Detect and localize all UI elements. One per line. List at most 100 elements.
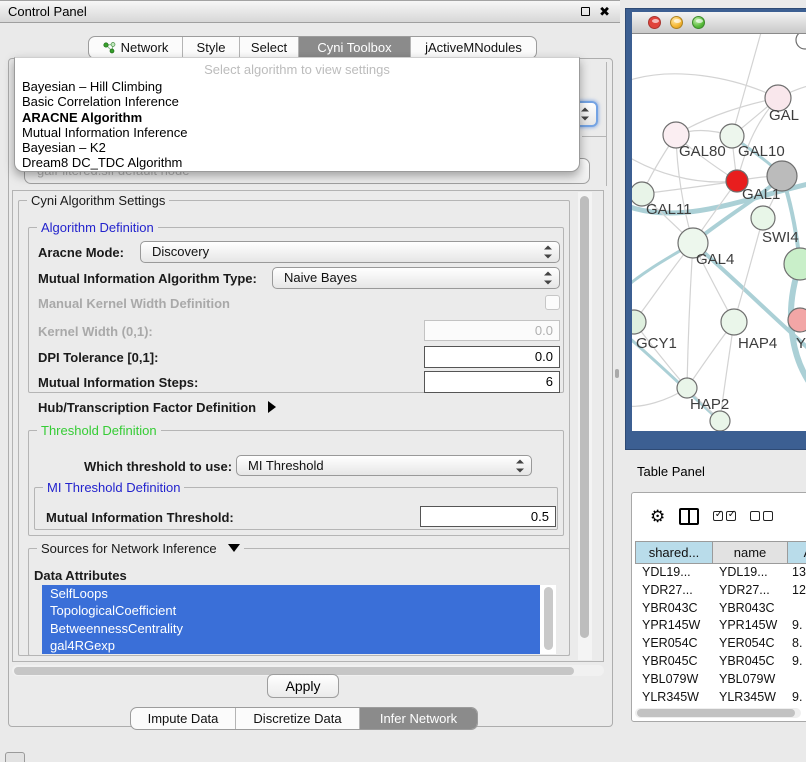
algorithm-dropdown-item[interactable]: Basic Correlation Inference	[18, 94, 576, 109]
algorithm-definition-title: Algorithm Definition	[37, 220, 158, 235]
sources-group-title[interactable]: Sources for Network Inference	[37, 541, 244, 556]
mi-threshold-field[interactable]: 0.5	[420, 506, 556, 527]
mi-algorithm-type-combo[interactable]: Naive Bayes	[272, 267, 560, 289]
mi-steps-value: 6	[546, 374, 553, 389]
tab-cyni-toolbox[interactable]: Cyni Toolbox	[298, 37, 410, 58]
table-row[interactable]: YIL052CYIL052C9	[635, 706, 806, 707]
table-row[interactable]: YBR043CYBR043C	[635, 600, 806, 618]
data-attribute-item[interactable]: SelfLoops	[42, 585, 540, 602]
column-layout-icon[interactable]	[679, 508, 699, 525]
table-header-row: shared... name A	[635, 541, 806, 564]
cyni-algorithm-settings-title: Cyni Algorithm Settings	[27, 193, 169, 208]
data-attribute-item[interactable]: TopologicalCoefficient	[42, 602, 540, 619]
tab-infer-network-label: Infer Network	[380, 711, 457, 726]
algorithm-dropdown-item[interactable]: Mutual Information Inference	[18, 125, 576, 140]
combo-stepper-icon	[581, 108, 589, 121]
table-row[interactable]: YDL19...YDL19...13	[635, 564, 806, 582]
table-cell: YER054C	[713, 635, 789, 653]
dpi-tolerance-value: 0.0	[535, 349, 553, 364]
table-row[interactable]: YLR345WYLR345W9.	[635, 689, 806, 707]
which-threshold-label: Which threshold to use:	[84, 459, 232, 474]
network-view-window[interactable]: GALGAL80GAL10GAL1GAL11SWI4GAL4GCY1HAP4YH…	[625, 8, 806, 450]
dpi-tolerance-field[interactable]: 0.0	[424, 346, 560, 368]
hub-definition-toggle[interactable]: Hub/Transcription Factor Definition	[38, 400, 276, 415]
float-panel-icon[interactable]	[581, 7, 590, 16]
table-row[interactable]: YBR045CYBR045C9.	[635, 653, 806, 671]
collapsed-arrow-icon	[268, 401, 276, 413]
network-node[interactable]	[632, 310, 646, 334]
data-attributes-list[interactable]: SelfLoopsTopologicalCoefficientBetweenne…	[42, 585, 556, 654]
table-cell: 9.	[789, 653, 806, 671]
network-canvas[interactable]: GALGAL80GAL10GAL1GAL11SWI4GAL4GCY1HAP4YH…	[632, 34, 806, 431]
column-header-shared[interactable]: shared...	[635, 542, 713, 563]
aracne-mode-combo[interactable]: Discovery	[140, 241, 560, 263]
network-node[interactable]	[751, 206, 775, 230]
tab-cyni-toolbox-label: Cyni Toolbox	[317, 40, 391, 55]
network-node-label: GAL80	[679, 143, 726, 160]
tab-discretize-data[interactable]: Discretize Data	[235, 708, 359, 729]
algorithm-dropdown-item[interactable]: ARACNE Algorithm	[18, 110, 576, 125]
table-row[interactable]: YDR27...YDR27...12	[635, 582, 806, 600]
deselect-all-columns-icon[interactable]	[750, 511, 773, 521]
column-header-name[interactable]: name	[712, 542, 788, 563]
network-node[interactable]	[677, 378, 697, 398]
table-row[interactable]: YER054CYER054C8.	[635, 635, 806, 653]
which-threshold-value: MI Threshold	[248, 458, 324, 473]
table-cell: YBR045C	[713, 653, 789, 671]
panel-divider-handle[interactable]	[615, 369, 619, 378]
close-panel-icon[interactable]: ✖	[599, 7, 610, 16]
gear-icon[interactable]: ⚙	[650, 508, 665, 525]
network-node-label: GAL	[769, 107, 799, 124]
data-attribute-item[interactable]: BetweennessCentrality	[42, 620, 540, 637]
algorithm-dropdown-popup: Select algorithm to view settings Bayesi…	[14, 57, 580, 172]
tab-jactivemnodules[interactable]: jActiveMNodules	[410, 37, 536, 58]
table-cell: YDR27...	[635, 582, 713, 600]
minimize-window-icon[interactable]	[670, 16, 683, 29]
table-cell: YDL19...	[635, 564, 713, 582]
network-node[interactable]	[710, 411, 730, 431]
tab-impute-data[interactable]: Impute Data	[131, 708, 235, 729]
network-node-label: Y	[796, 335, 806, 352]
column-header-partial[interactable]: A	[787, 542, 806, 563]
data-attribute-item[interactable]: gal4RGexp	[42, 637, 540, 654]
kernel-width-field[interactable]: 0.0	[424, 320, 560, 341]
table-cell	[789, 671, 806, 689]
network-node[interactable]	[784, 248, 806, 280]
table-body[interactable]: YDL19...YDL19...13YDR27...YDR27...12YBR0…	[635, 564, 806, 707]
minimized-panel-button[interactable]	[5, 752, 25, 762]
mi-threshold-label: Mutual Information Threshold:	[46, 510, 234, 525]
zoom-window-icon[interactable]	[692, 16, 705, 29]
combo-stepper-icon	[516, 459, 524, 472]
table-row[interactable]: YBL079WYBL079W	[635, 671, 806, 689]
network-node[interactable]	[721, 309, 747, 335]
tab-infer-network[interactable]: Infer Network	[359, 708, 477, 729]
table-cell: YPR145W	[635, 617, 713, 635]
network-node[interactable]	[796, 34, 806, 49]
tab-network[interactable]: Network	[89, 37, 182, 58]
attributes-list-scrollbar[interactable]	[544, 587, 553, 650]
close-window-icon[interactable]	[648, 16, 661, 29]
apply-button[interactable]: Apply	[267, 674, 339, 698]
algorithm-dropdown-item[interactable]: Dream8 DC_TDC Algorithm	[18, 155, 576, 170]
manual-kernel-width-checkbox[interactable]	[545, 295, 560, 310]
threshold-definition-title: Threshold Definition	[37, 423, 161, 438]
mi-threshold-value: 0.5	[531, 509, 549, 524]
algorithm-dropdown-item[interactable]: Bayesian – K2	[18, 140, 576, 155]
settings-vertical-scrollbar[interactable]	[578, 192, 592, 660]
tab-select-label: Select	[251, 40, 287, 55]
table-cell: YDL19...	[713, 564, 789, 582]
which-threshold-combo[interactable]: MI Threshold	[236, 455, 532, 476]
mi-steps-field[interactable]: 6	[424, 371, 560, 393]
network-node[interactable]	[788, 308, 806, 332]
table-row[interactable]: YPR145WYPR145W9.	[635, 617, 806, 635]
screen: Control Panel ✖ Network Style Select	[0, 0, 806, 762]
tab-style[interactable]: Style	[182, 37, 239, 58]
algorithm-dropdown-item[interactable]: Bayesian – Hill Climbing	[18, 79, 576, 94]
network-node-label: SWI4	[762, 229, 799, 246]
algorithm-dropdown-list: Bayesian – Hill ClimbingBasic Correlatio…	[18, 79, 576, 171]
select-all-columns-icon[interactable]	[713, 511, 736, 521]
network-window-titlebar[interactable]	[632, 12, 806, 34]
table-horizontal-scrollbar[interactable]	[635, 708, 801, 718]
tab-select[interactable]: Select	[239, 37, 298, 58]
hidden-groupbox-border	[606, 62, 607, 186]
